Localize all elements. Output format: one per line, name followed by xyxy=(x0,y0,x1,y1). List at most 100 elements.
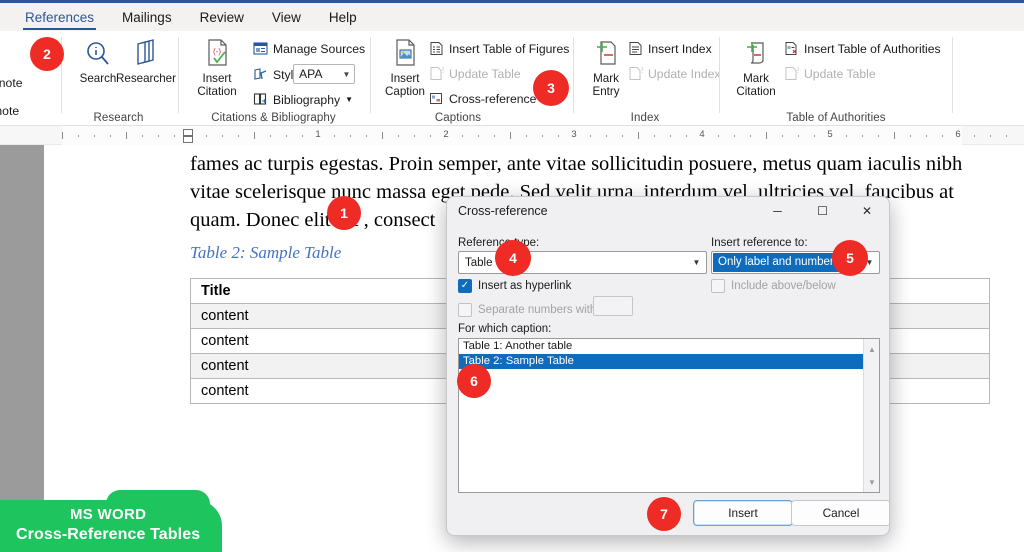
horizontal-ruler[interactable]: 1 2 3 4 5 6 xyxy=(0,126,1024,145)
first-line-indent-marker[interactable] xyxy=(183,129,193,136)
table-cell[interactable]: content xyxy=(190,328,463,354)
update-index-button: ! Update Index xyxy=(627,63,721,84)
ribbon-divider xyxy=(952,37,953,113)
ruler-label-5: 5 xyxy=(827,129,833,140)
list-item[interactable]: Table 1: Another table xyxy=(459,339,879,354)
cancel-button[interactable]: Cancel xyxy=(791,500,889,526)
insert-table-of-authorities-button[interactable]: Insert Table of Authorities xyxy=(783,38,941,59)
ribbon: dnote tnote tes ◿ Search xyxy=(0,31,1024,150)
caption-list[interactable]: Table 1: Another table Table 2: Sample T… xyxy=(458,338,880,493)
page-left-edge xyxy=(44,145,62,552)
scroll-down-arrow-icon[interactable]: ▼ xyxy=(864,474,879,490)
tab-view[interactable]: View xyxy=(259,7,314,29)
callout-badge-6: 6 xyxy=(457,364,491,398)
tab-review[interactable]: Review xyxy=(187,7,257,29)
callout-badge-1: 1 xyxy=(327,196,361,230)
table-cell[interactable]: content xyxy=(190,303,463,329)
separate-numbers-with-label: Separate numbers with xyxy=(478,304,597,316)
bibliography-button[interactable]: Bibliography ▼ xyxy=(252,89,353,110)
ruler-tick xyxy=(254,132,255,139)
separate-numbers-with-checkbox xyxy=(458,303,472,317)
table-cell[interactable]: content xyxy=(190,353,463,379)
separate-numbers-with-row: Separate numbers with xyxy=(458,303,596,317)
ribbon-group-index: Mark Entry Insert Index ! xyxy=(575,31,721,126)
ruler-label-1: 1 xyxy=(315,129,321,140)
insert-index-label: Insert Index xyxy=(648,41,712,56)
endnote-label[interactable]: dnote xyxy=(0,76,23,90)
callout-badge-3: 3 xyxy=(533,70,569,106)
manage-sources-label: Manage Sources xyxy=(273,41,366,56)
ruler-tick xyxy=(766,132,767,139)
scroll-up-arrow-icon[interactable]: ▲ xyxy=(864,341,879,357)
insert-table-of-figures-button[interactable]: Insert Table of Figures xyxy=(428,38,569,59)
dialog-title-bar[interactable]: Cross-reference ─ ☐ ✕ xyxy=(447,197,889,225)
ribbon-group-authorities-label: Table of Authorities xyxy=(786,112,886,124)
left-indent-marker[interactable] xyxy=(183,136,193,143)
ribbon-group-research: Search Researcher Research xyxy=(62,31,176,126)
separate-numbers-with-input xyxy=(593,296,633,316)
word-application-window: References Mailings Review View Help dno… xyxy=(0,0,1024,552)
mark-entry-button-label: Mark Entry xyxy=(592,72,620,98)
table-cell[interactable]: content xyxy=(190,378,463,404)
insert-index-button[interactable]: Insert Index xyxy=(627,38,712,59)
insert-citation-button[interactable]: (-) Insert Citation xyxy=(186,35,248,98)
maximize-icon[interactable]: ☐ xyxy=(800,197,845,225)
svg-text:(-): (-) xyxy=(213,47,221,56)
update-index-label: Update Index xyxy=(648,66,721,81)
ruler-tick xyxy=(894,132,895,139)
ruler-tick xyxy=(62,132,63,139)
mark-citation-button-label: Mark Citation xyxy=(736,72,776,98)
watermark-line-2: Cross-Reference Tables xyxy=(16,526,201,543)
chevron-down-icon: ▼ xyxy=(342,69,351,79)
close-icon[interactable]: ✕ xyxy=(845,197,889,225)
include-above-below-label: Include above/below xyxy=(731,280,836,292)
chevron-down-icon[interactable]: ▼ xyxy=(687,258,706,267)
manage-sources-button[interactable]: Manage Sources xyxy=(252,38,365,59)
ruler-tick xyxy=(638,132,639,139)
ruler-label-3: 3 xyxy=(571,129,577,140)
update-table-authorities-label: Update Table xyxy=(804,66,876,81)
callout-badge-2: 2 xyxy=(30,37,64,71)
list-item[interactable]: Table 2: Sample Table xyxy=(459,354,879,369)
ruler-label-4: 4 xyxy=(699,129,705,140)
ribbon-divider xyxy=(573,37,574,113)
include-above-below-row: Include above/below xyxy=(711,279,836,293)
table-header-cell: Title xyxy=(190,278,463,304)
footnote-label[interactable]: tnote xyxy=(0,104,19,118)
insert-as-hyperlink-row[interactable]: ✓ Insert as hyperlink xyxy=(458,279,571,293)
citation-style-value: APA xyxy=(299,67,323,81)
svg-text:!: ! xyxy=(797,66,799,75)
ruler-label-2: 2 xyxy=(443,129,449,140)
svg-text:!: ! xyxy=(442,66,444,75)
ribbon-tab-strip: References Mailings Review View Help xyxy=(0,5,1024,31)
ribbon-group-research-label: Research xyxy=(93,112,144,124)
document-paragraph-line-1: fames ac turpis egestas. Proin semper, a… xyxy=(190,153,963,175)
mark-citation-button[interactable]: Mark Citation xyxy=(727,35,785,98)
manage-sources-icon xyxy=(252,41,268,57)
researcher-button[interactable]: Researcher xyxy=(112,35,180,86)
dialog-title: Cross-reference xyxy=(458,204,548,218)
tab-references[interactable]: References xyxy=(12,7,107,30)
watermark-line-1: MS WORD xyxy=(69,506,147,523)
tab-mailings[interactable]: Mailings xyxy=(109,7,185,29)
insert-citation-button-label: Insert Citation xyxy=(197,72,237,98)
citation-style-dropdown[interactable]: APA ▼ xyxy=(293,64,355,84)
insert-as-hyperlink-label: Insert as hyperlink xyxy=(478,280,572,292)
search-icon xyxy=(84,35,112,71)
minimize-icon[interactable]: ─ xyxy=(755,197,800,225)
table-of-figures-icon xyxy=(428,41,444,57)
ruler-tick xyxy=(510,132,511,139)
insert-index-icon xyxy=(627,41,643,57)
insert-as-hyperlink-checkbox[interactable]: ✓ xyxy=(458,279,472,293)
ribbon-group-captions-label: Captions xyxy=(434,112,482,124)
researcher-icon xyxy=(131,35,161,71)
style-icon xyxy=(252,67,268,83)
caption-list-scrollbar[interactable]: ▲ ▼ xyxy=(863,339,879,492)
insert-caption-button[interactable]: Insert Caption xyxy=(374,35,436,98)
ribbon-group-citations-label: Citations & Bibliography xyxy=(211,112,336,124)
insert-button[interactable]: Insert xyxy=(693,500,793,526)
tab-help[interactable]: Help xyxy=(316,7,370,29)
include-above-below-checkbox xyxy=(711,279,725,293)
cross-reference-button[interactable]: Cross-reference xyxy=(428,88,536,109)
search-button-label: Search xyxy=(79,72,117,85)
